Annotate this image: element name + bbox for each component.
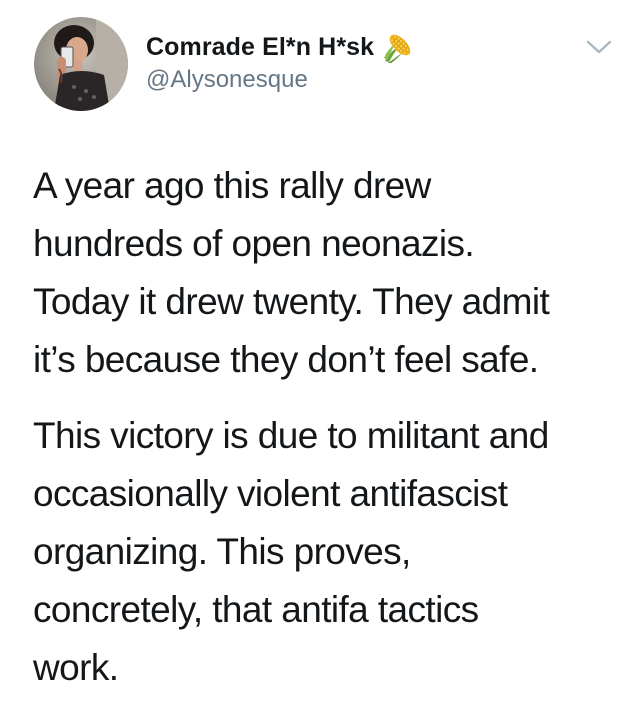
tweet-paragraph: A year ago this rally drew hundreds of o… bbox=[33, 165, 550, 380]
author-handle[interactable]: @Alysonesque bbox=[146, 66, 308, 94]
chevron-down-icon[interactable] bbox=[584, 36, 614, 58]
tweet-paragraph: This victory is due to militant and occa… bbox=[33, 415, 549, 688]
avatar-photo-icon bbox=[34, 17, 128, 111]
display-name[interactable]: Comrade El*n H*sk bbox=[146, 33, 374, 62]
author-name-row[interactable]: Comrade El*n H*sk bbox=[146, 30, 415, 64]
avatar[interactable] bbox=[34, 17, 128, 111]
tweet-text: A year ago this rally drew hundreds of o… bbox=[33, 157, 623, 697]
corn-emoji-icon bbox=[381, 30, 415, 64]
